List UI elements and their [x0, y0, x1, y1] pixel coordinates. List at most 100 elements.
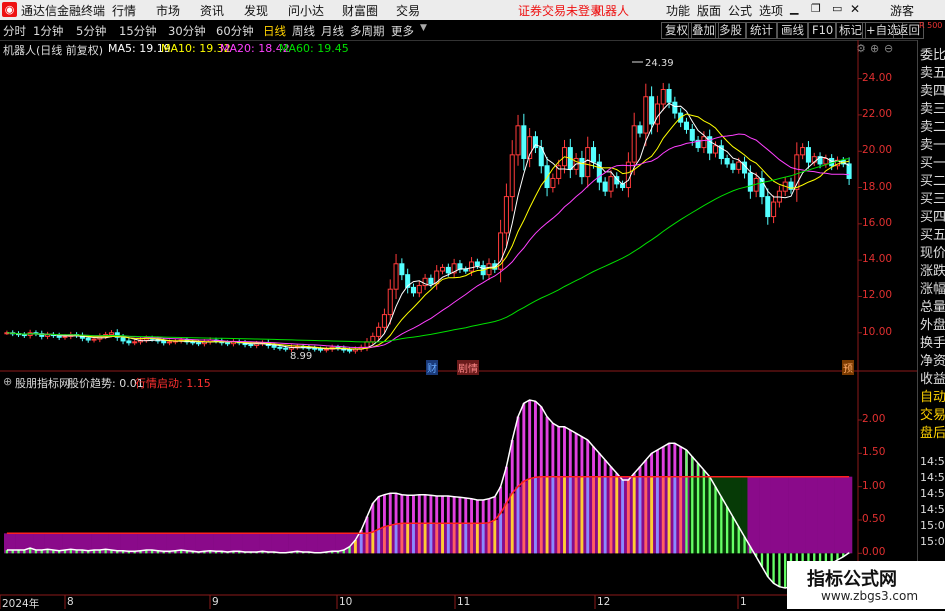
- candle-body: [463, 268, 469, 272]
- watermark: 指标公式网 www.zbgs3.com: [787, 561, 945, 609]
- quote-label-16: 换手: [920, 336, 945, 351]
- quote-label-0: 委比: [920, 48, 945, 63]
- tool-duogu[interactable]: 多股: [715, 22, 746, 39]
- period-month[interactable]: 月线: [321, 23, 344, 39]
- quote-label-2: 卖四: [920, 84, 945, 99]
- candle-body: [701, 136, 707, 149]
- quote-panel: 委比 卖五 卖四 卖三 卖二 卖一 买一 买二 买三 买四 买五 现价 涨跌 涨幅 总量 外盘 换手 净资 收益 自动…: [917, 40, 945, 609]
- start-band: [300, 533, 307, 554]
- main-y-tick: 14.00: [862, 253, 893, 266]
- quote-label-21[interactable]: 盘后: [920, 422, 945, 441]
- x-tick: 8: [67, 596, 74, 608]
- watermark-title: 指标公式网: [807, 569, 897, 590]
- start-band: [817, 476, 824, 554]
- tool-huaxian[interactable]: 画线: [777, 22, 808, 39]
- period-fenshi[interactable]: 分时: [3, 23, 26, 39]
- candle-body: [445, 266, 451, 274]
- badge-yu[interactable]: 预: [842, 360, 854, 375]
- candle-body: [532, 136, 538, 149]
- period-day[interactable]: 日线: [263, 23, 286, 39]
- candle-body: [225, 342, 231, 345]
- maximize-icon[interactable]: ❐: [811, 2, 821, 15]
- menu-gongshi[interactable]: 公式: [728, 2, 752, 19]
- tool-f10[interactable]: F10: [808, 22, 838, 39]
- period-more[interactable]: 更多: [391, 23, 414, 39]
- user-label[interactable]: 游客: [890, 2, 914, 19]
- candle-body: [399, 263, 405, 276]
- more-arrow-icon[interactable]: ▼: [420, 23, 427, 33]
- candle-body: [132, 341, 138, 344]
- candle-body: [591, 147, 597, 163]
- start-band: [195, 533, 202, 554]
- candle-body: [376, 326, 382, 337]
- start-band: [329, 533, 336, 554]
- menu-caifuquan[interactable]: 财富圈: [342, 2, 378, 19]
- badge-cai[interactable]: 财: [426, 360, 438, 375]
- start-band: [782, 476, 789, 554]
- minimize-icon[interactable]: ▁: [790, 2, 798, 15]
- candle-body: [724, 157, 730, 165]
- candle-body: [370, 335, 376, 343]
- candle-body: [486, 263, 492, 276]
- start-band: [317, 533, 324, 554]
- candle-body: [120, 336, 126, 342]
- quote-label-20[interactable]: 交易: [920, 404, 945, 423]
- login-warning[interactable]: 证券交易未登录: [518, 2, 602, 19]
- period-5min[interactable]: 5分钟: [76, 23, 106, 39]
- close-icon[interactable]: ✕: [850, 2, 860, 16]
- quote-label-19[interactable]: 自动: [920, 386, 945, 405]
- period-1min[interactable]: 1分钟: [33, 23, 63, 39]
- menu-hangqing[interactable]: 行情: [112, 2, 136, 19]
- candle-body: [312, 347, 318, 350]
- candle-body: [271, 344, 277, 348]
- ma20-line: [6, 133, 850, 349]
- main-y-tick: 16.00: [862, 216, 893, 229]
- trade-time-4: 15:00: [920, 519, 945, 532]
- period-week[interactable]: 周线: [292, 23, 315, 39]
- menu-zixun[interactable]: 资讯: [200, 2, 224, 19]
- sub-y-tick: 1.00: [862, 479, 886, 492]
- tool-tongji[interactable]: 统计: [746, 22, 777, 39]
- menu-wenxiaoda[interactable]: 问小达: [288, 2, 324, 19]
- menu-xuanxiang[interactable]: 选项: [759, 2, 783, 19]
- badge-ju[interactable]: 剧情: [457, 360, 479, 375]
- app-name: 通达信金融终端: [21, 4, 106, 18]
- candle-body: [21, 334, 27, 337]
- trade-time-5: 15:08: [920, 535, 945, 548]
- start-band: [799, 476, 806, 554]
- quote-label-7: 买二: [920, 174, 945, 189]
- start-band: [230, 533, 237, 554]
- period-60min[interactable]: 60分钟: [216, 23, 254, 39]
- start-band: [282, 533, 289, 554]
- period-multi[interactable]: 多周期: [350, 23, 385, 39]
- chart-canvas[interactable]: [0, 40, 917, 609]
- period-15min[interactable]: 15分钟: [119, 23, 157, 39]
- candle-body: [347, 349, 353, 352]
- candle-body: [364, 341, 370, 348]
- candle-body: [108, 332, 114, 336]
- candle-body: [608, 176, 614, 192]
- menu-faxian[interactable]: 发现: [244, 2, 268, 19]
- candle-body: [666, 88, 672, 103]
- menu-jiaoyi[interactable]: 交易: [396, 2, 420, 19]
- candle-body: [712, 145, 719, 154]
- candle-body: [387, 288, 393, 316]
- candle-body: [62, 335, 68, 338]
- period-30min[interactable]: 30分钟: [168, 23, 206, 39]
- candle-body: [649, 96, 655, 125]
- menu-gongneng[interactable]: 功能: [666, 2, 690, 19]
- menu-banmian[interactable]: 版面: [697, 2, 721, 19]
- menu-shichang[interactable]: 市场: [156, 2, 180, 19]
- quote-label-14: 总量: [920, 300, 945, 315]
- candle-body: [318, 348, 324, 351]
- candle-body: [515, 125, 521, 156]
- trade-time-0: 14:56: [920, 455, 945, 468]
- candle-body: [521, 125, 527, 159]
- quote-label-3: 卖三: [920, 102, 945, 117]
- start-band: [846, 476, 853, 554]
- candle-body: [277, 346, 283, 349]
- start-band: [793, 476, 801, 554]
- restore-icon[interactable]: ▭: [832, 2, 842, 15]
- candle-body: [846, 163, 852, 179]
- ma5-line: [6, 102, 850, 350]
